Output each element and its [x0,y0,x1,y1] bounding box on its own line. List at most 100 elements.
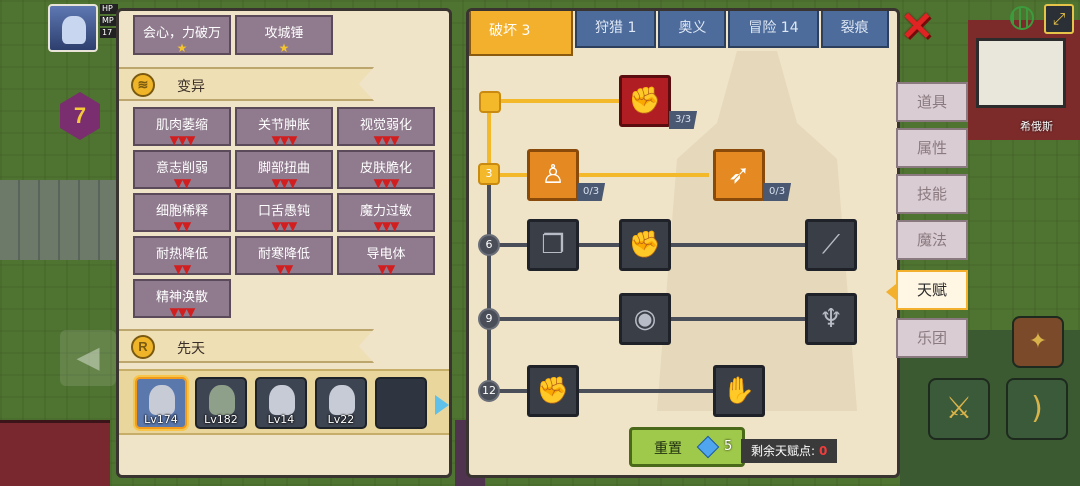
tree-branch [489,389,719,393]
mutation-label: 导电体 [366,247,406,262]
mutation-chip[interactable]: 精神涣散 ▼▼▼ [133,279,231,319]
mutation-chip[interactable]: 脚部扭曲 ▼▼▼ [235,150,333,190]
debuff-triangle-icon: ▼▼▼ [373,176,400,190]
trait-label: 会心，力破万 [142,26,221,41]
hero-portrait [329,385,355,415]
hero-portrait [149,385,175,415]
arrow-hit-icon[interactable]: ➶ [713,149,765,201]
tree-root-node [479,91,501,113]
menu-skills[interactable]: 技能 [896,174,968,214]
active-traits: 会心，力破万 ★ 攻城锤 ★ [133,15,333,55]
mutation-chip[interactable]: 耐寒降低 ▼▼ [235,236,333,276]
hero-slot[interactable]: Lv14 [255,377,307,429]
hero-slot[interactable]: Lv22 [315,377,367,429]
rarity-r-icon: R [131,335,155,359]
tab-secret[interactable]: 奥义 [658,11,727,48]
tree-level-node: 12 [478,380,500,402]
tab-destroy[interactable]: 破坏 3 [469,11,573,56]
move-left-button[interactable]: ◀ [60,330,116,386]
card-swap-icon[interactable]: ❐ [527,219,579,271]
talent-tabs: 破坏 3 狩猎 1 奥义 冒险 14 裂痕 [469,11,891,56]
debuff-triangle-icon: ▼▼▼ [169,305,196,319]
mutation-chip[interactable]: 耐热降低 ▼▼ [133,236,231,276]
tree-trunk [487,175,491,395]
arm-wrestle-icon[interactable]: ✊ [619,75,671,127]
remaining-label: 剩余天赋点: [751,444,816,458]
hero-level: Lv174 [144,413,178,426]
mutation-chip[interactable]: 肌肉萎缩 ▼▼▼ [133,107,231,147]
mutation-chip[interactable]: 意志削弱 ▼▼ [133,150,231,190]
fist-punch-icon[interactable]: ✊ [619,219,671,271]
player-avatar[interactable] [48,4,98,52]
mutation-label: 精神涣散 [155,290,208,305]
star-icon: ★ [278,41,290,55]
mutation-label: 口舌愚钝 [257,204,310,219]
tab-rift[interactable]: 裂痕 [820,11,889,48]
hero-portrait [269,385,295,415]
mutation-label: 脚部扭曲 [257,161,310,176]
hero-slot[interactable]: Lv182 [195,377,247,429]
tree-level-node: 6 [478,234,500,256]
talent-count: 3/3 [669,111,698,129]
debuff-triangle-icon: ▼▼ [173,262,191,276]
innate-section-header: R 先天 [119,329,374,363]
mutation-label: 肌肉萎缩 [155,118,208,133]
hero-slot[interactable]: Lv174 [135,377,187,429]
skill-slot-icon[interactable]: ✦ [1012,316,1064,368]
mutation-label: 耐寒降低 [257,247,310,262]
mutation-chip[interactable]: 口舌愚钝 ▼▼▼ [235,193,333,233]
bat-wing-icon[interactable]: ♆ [805,293,857,345]
hero-selector: Lv174 Lv182 Lv14 Lv22 [119,369,449,435]
debuff-triangle-icon: ▼▼ [275,262,293,276]
stone-wall [0,180,120,260]
mutation-label: 细胞稀释 [155,204,208,219]
pointer-icon [886,284,896,300]
minimap-icon[interactable]: ⤢ [1044,4,1074,34]
mutation-chip[interactable]: 视觉弱化 ▼▼▼ [337,107,435,147]
talent-count: 0/3 [763,183,792,201]
dna-icon: ≋ [131,73,155,97]
talent-panel: 破坏 3 狩猎 1 奥义 冒险 14 裂痕 3 6 9 12 ✊ 3/3 ♙ 0… [466,8,900,478]
tree-level-node: 3 [478,163,500,185]
blade-slash-icon[interactable]: ⟋ [805,219,857,271]
network-icon[interactable] [1010,6,1034,30]
tab-adventure[interactable]: 冒险 14 [728,11,819,48]
gauntlet-icon[interactable]: ✋ [713,365,765,417]
mutation-chip[interactable]: 导电体 ▼▼ [337,236,435,276]
debuff-triangle-icon: ▼▼ [377,262,395,276]
menu-band[interactable]: 乐团 [896,318,968,358]
sword-skill-icon[interactable]: ⚔ [928,378,990,440]
trait-chip[interactable]: 攻城锤 ★ [235,15,333,55]
mutation-chip[interactable]: 皮肤脆化 ▼▼▼ [337,150,435,190]
raised-fist-icon[interactable]: ✊ [527,365,579,417]
mutation-label: 魔力过敏 [359,204,412,219]
reset-button[interactable]: 重置 5 [629,427,745,467]
bow-skill-icon[interactable]: ) [1006,378,1068,440]
mutation-chip[interactable]: 细胞稀释 ▼▼ [133,193,231,233]
debuff-triangle-icon: ▼▼ [173,219,191,233]
mutation-chip[interactable]: 魔力过敏 ▼▼▼ [337,193,435,233]
section-title: 变异 [177,79,205,95]
mutation-section-header: ≋ 变异 [119,67,374,101]
mutation-label: 皮肤脆化 [359,161,412,176]
menu-attributes[interactable]: 属性 [896,128,968,168]
mutation-chip[interactable]: 关节肿胀 ▼▼▼ [235,107,333,147]
shockwave-icon[interactable]: ◉ [619,293,671,345]
remaining-value: 0 [819,444,828,458]
menu-magic[interactable]: 魔法 [896,220,968,260]
menu-items[interactable]: 道具 [896,82,968,122]
hero-portrait [209,385,235,415]
mutation-label: 意志削弱 [155,161,208,176]
close-icon[interactable]: ✕ [900,7,934,47]
tab-hunt[interactable]: 狩猎 1 [575,11,657,48]
debuff-triangle-icon: ▼▼▼ [271,219,298,233]
trait-chip[interactable]: 会心，力破万 ★ [133,15,231,55]
hero-slot-empty[interactable] [375,377,427,429]
next-arrow-icon[interactable] [435,395,449,415]
remaining-points: 剩余天赋点: 0 [741,439,838,463]
trait-label: 攻城锤 [264,26,304,41]
menu-talent[interactable]: 天赋 [886,270,968,310]
muscle-body-icon[interactable]: ♙ [527,149,579,201]
diamond-icon [696,435,720,459]
debuff-triangle-icon: ▼▼ [173,176,191,190]
